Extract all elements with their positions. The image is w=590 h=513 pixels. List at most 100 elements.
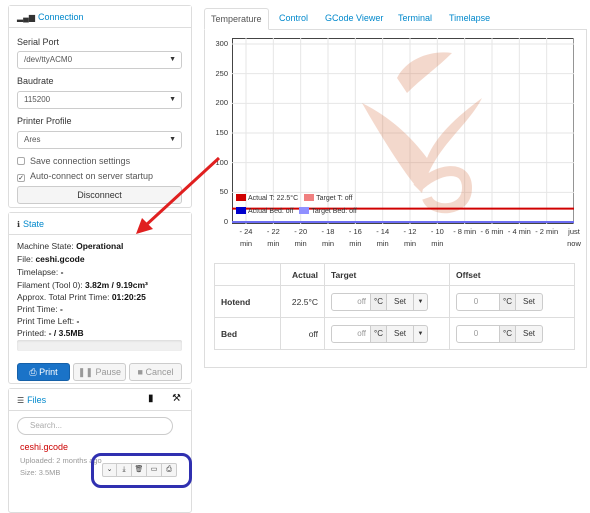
legend-target-bed: Target Bed: off (311, 208, 357, 215)
tab-terminal[interactable]: Terminal (392, 8, 438, 30)
set-button[interactable]: Set (387, 292, 415, 311)
target-cell: off °C Set ▼ (324, 285, 450, 318)
state-title: State (23, 219, 45, 229)
legend-actual-bed: Actual Bed: off (248, 208, 294, 215)
table-row: Hotend 22.5°C off °C Set ▼ 0 °C Set (214, 285, 575, 318)
file-icon[interactable]: ▮ (148, 393, 154, 404)
x-tick-label: just now (567, 227, 581, 248)
y-tick-label: 250 (215, 68, 228, 78)
tab-temperature[interactable]: Temperature (204, 8, 269, 30)
filament-line: Filament (Tool 0): 3.82m / 9.19cm³ (17, 280, 148, 290)
chevron-down-icon: ▼ (169, 56, 176, 63)
y-tick-label: 100 (215, 157, 228, 167)
approx-time-line: Approx. Total Print Time: 01:20:25 (17, 292, 146, 302)
serial-port-value: /dev/ttyACM0 (24, 55, 73, 64)
timelapse-line: Timelapse: - (17, 267, 64, 277)
chevron-down-icon: ▼ (169, 136, 176, 143)
table-header: Offset (449, 263, 575, 286)
x-tick-label: - 14 min (376, 227, 390, 248)
autoconnect-checkbox[interactable]: ✓ Auto-connect on server startup (17, 171, 153, 182)
save-settings-label: Save connection settings (30, 156, 131, 166)
profile-select[interactable]: Ares ▼ (17, 131, 182, 149)
x-tick-label: - 18 min (321, 227, 335, 248)
y-tick-label: 150 (215, 128, 228, 137)
unit-label: °C (371, 292, 387, 311)
legend-swatch-target-t (304, 194, 315, 201)
chevron-down-icon[interactable]: ▼ (414, 324, 429, 343)
offset-cell: 0 °C Set (449, 317, 575, 350)
row-name: Hotend (214, 285, 281, 318)
target-input[interactable]: off (331, 292, 371, 311)
x-tick-label: - 22 min (266, 227, 280, 248)
file-uploaded: Uploaded: 2 months ago (20, 456, 102, 465)
legend-row-2: Actual Bed: off Target Bed: off (236, 207, 357, 215)
signal-icon: ▂▄▆ (17, 13, 35, 22)
stop-icon: ■ (137, 367, 143, 377)
profile-label: Printer Profile (17, 116, 72, 126)
file-name[interactable]: ceshi.gcode (20, 442, 68, 452)
baudrate-select[interactable]: 115200 ▼ (17, 91, 182, 109)
files-header[interactable]: ☰ Files (9, 389, 191, 411)
chevron-down-icon[interactable]: ▼ (414, 292, 429, 311)
printed-line: Printed: - / 3.5MB (17, 328, 84, 338)
target-input[interactable]: off (331, 324, 371, 343)
target-cell: off °C Set ▼ (324, 317, 450, 350)
row-actual: off (280, 317, 325, 350)
annotation-highlight-circle (91, 453, 192, 488)
serial-port-select[interactable]: /dev/ttyACM0 ▼ (17, 51, 182, 69)
chevron-down-icon: ▼ (169, 96, 176, 103)
machine-state-line: Machine State: Operational (17, 241, 124, 251)
set-button[interactable]: Set (516, 292, 544, 311)
print-time-line: Print Time: - (17, 304, 63, 314)
pause-button[interactable]: ❚❚ Pause (73, 363, 126, 381)
tab-timelapse[interactable]: Timelapse (443, 8, 496, 30)
tab-gcode-viewer[interactable]: GCode Viewer (319, 8, 389, 30)
legend-target-t: Target T: off (316, 195, 353, 202)
offset-input[interactable]: 0 (456, 324, 500, 343)
offset-input[interactable]: 0 (456, 292, 500, 311)
set-button[interactable]: Set (387, 324, 415, 343)
legend-swatch-actual-t (236, 194, 246, 201)
offset-cell: 0 °C Set (449, 285, 575, 318)
file-size: Size: 3.5MB (20, 468, 61, 477)
print-button[interactable]: ⎙ Print (17, 363, 70, 381)
info-icon: ℹ (17, 220, 21, 229)
x-tick-label: - 10 min (430, 227, 444, 248)
row-actual: 22.5°C (280, 285, 325, 318)
y-tick-label: 50 (219, 187, 228, 197)
x-tick-label: - 24 min (239, 227, 253, 248)
checkbox-box[interactable] (17, 157, 25, 165)
wrench-icon[interactable]: ⚒ (172, 393, 181, 404)
y-tick-label: 200 (215, 98, 228, 108)
table-row: Bed off off °C Set ▼ 0 °C Set (214, 317, 575, 350)
save-settings-checkbox[interactable]: Save connection settings (17, 156, 130, 166)
tab-control[interactable]: Control (273, 8, 314, 30)
file-search-input[interactable]: Search... (17, 417, 173, 435)
checkbox-box[interactable]: ✓ (17, 174, 25, 182)
table-header-row: Actual Target Offset (214, 263, 575, 286)
time-left-line: Print Time Left: - (17, 316, 80, 326)
x-tick-label: - 16 min (348, 227, 362, 248)
unit-label: °C (371, 324, 387, 343)
x-tick-label: - 20 min (294, 227, 308, 248)
table-header (214, 263, 281, 286)
legend-swatch-actual-bed (236, 207, 246, 214)
set-button[interactable]: Set (516, 324, 544, 343)
serial-port-label: Serial Port (17, 37, 60, 47)
profile-value: Ares (24, 135, 41, 144)
unit-label: °C (500, 324, 516, 343)
connection-header[interactable]: ▂▄▆ Connection (9, 6, 191, 28)
cancel-button[interactable]: ■ Cancel (129, 363, 182, 381)
state-header[interactable]: ℹ State (9, 213, 191, 235)
baudrate-value: 115200 (24, 95, 51, 104)
unit-label: °C (500, 292, 516, 311)
files-title: Files (27, 395, 47, 405)
table-header: Actual (280, 263, 325, 286)
disconnect-button[interactable]: Disconnect (17, 186, 182, 204)
x-tick-label: - 2 min (535, 227, 559, 236)
autoconnect-label: Auto-connect on server startup (30, 171, 154, 181)
legend-swatch-target-bed (299, 207, 310, 214)
baudrate-label: Baudrate (17, 76, 54, 86)
file-line: File: ceshi.gcode (17, 254, 85, 264)
table-header: Target (324, 263, 450, 286)
